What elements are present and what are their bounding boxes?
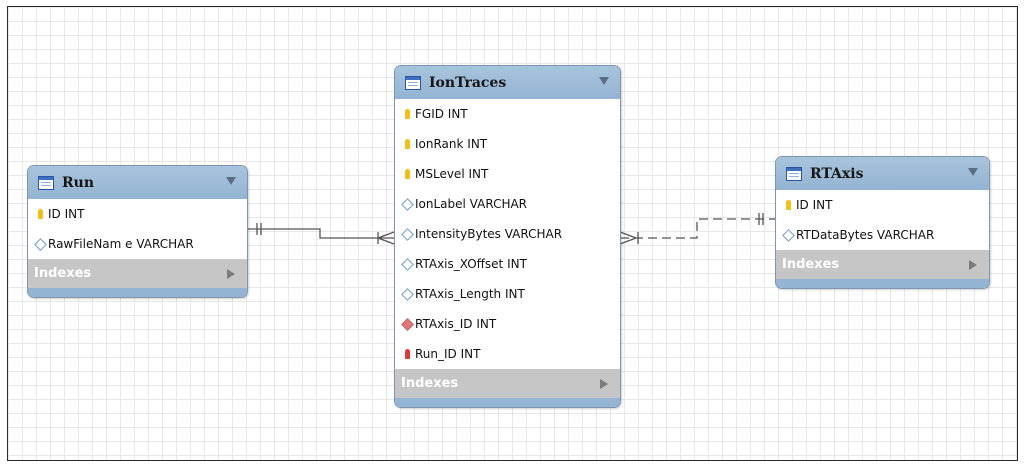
column-label: MSLevel INT — [415, 167, 489, 181]
table-footer — [395, 398, 620, 407]
column-diamond-icon — [400, 227, 414, 241]
column-row[interactable]: ID INT — [776, 190, 989, 220]
column-label: FGID INT — [415, 107, 468, 121]
column-label: ID INT — [48, 207, 85, 221]
column-diamond-icon — [400, 197, 414, 211]
column-label: RTAxis_XOffset INT — [415, 257, 527, 271]
column-label: IonLabel VARCHAR — [415, 197, 528, 211]
table-icon — [786, 166, 802, 181]
indexes-label: Indexes — [34, 266, 92, 281]
column-label: Run_ID INT — [415, 347, 481, 361]
column-label: ID INT — [796, 198, 833, 212]
column-row[interactable]: RTDataBytes VARCHAR — [776, 220, 989, 250]
column-row[interactable]: IntensityBytes VARCHAR — [395, 219, 620, 249]
primary-key-icon — [785, 200, 791, 210]
column-row[interactable]: RTAxis_Length INT — [395, 279, 620, 309]
column-diamond-icon — [781, 228, 795, 242]
foreign-primary-key-icon — [404, 349, 410, 359]
column-row[interactable]: RawFileNam e VARCHAR — [28, 229, 247, 259]
expand-arrow-icon[interactable] — [227, 269, 235, 279]
column-row[interactable]: IonRank INT — [395, 129, 620, 159]
table-rtaxis[interactable]: RTAxis ID INT RTDataBytes VARCHAR Indexe… — [775, 156, 990, 289]
indexes-section[interactable]: Indexes — [395, 369, 620, 398]
indexes-label: Indexes — [782, 257, 840, 272]
table-rtaxis-header[interactable]: RTAxis — [776, 157, 989, 190]
table-iontraces-title: IonTraces — [429, 74, 507, 91]
column-row[interactable]: IonLabel VARCHAR — [395, 189, 620, 219]
column-label: IonRank INT — [415, 137, 488, 151]
table-footer — [28, 288, 247, 297]
column-row[interactable]: MSLevel INT — [395, 159, 620, 189]
foreign-key-diamond-icon — [400, 317, 414, 331]
expand-arrow-icon[interactable] — [969, 260, 977, 270]
primary-key-icon — [404, 169, 410, 179]
table-run-header[interactable]: Run — [28, 166, 247, 199]
column-label: RTAxis_Length INT — [415, 287, 525, 301]
column-row[interactable]: Run_ID INT — [395, 339, 620, 369]
table-icon — [38, 175, 54, 190]
table-run[interactable]: Run ID INT RawFileNam e VARCHAR Indexes — [27, 165, 248, 298]
expand-arrow-icon[interactable] — [600, 379, 608, 389]
collapse-chevron-icon[interactable] — [599, 77, 609, 85]
primary-key-icon — [404, 109, 410, 119]
column-row[interactable]: ID INT — [28, 199, 247, 229]
column-diamond-icon — [33, 237, 47, 251]
indexes-label: Indexes — [401, 376, 459, 391]
column-row[interactable]: FGID INT — [395, 99, 620, 129]
column-diamond-icon — [400, 287, 414, 301]
column-row[interactable]: RTAxis_ID INT — [395, 309, 620, 339]
table-run-title: Run — [62, 174, 94, 191]
table-iontraces-header[interactable]: IonTraces — [395, 66, 620, 99]
collapse-chevron-icon[interactable] — [968, 168, 978, 176]
primary-key-icon — [37, 209, 43, 219]
indexes-section[interactable]: Indexes — [28, 259, 247, 288]
column-label: RawFileNam e VARCHAR — [48, 237, 194, 251]
column-label: RTDataBytes VARCHAR — [796, 228, 935, 242]
indexes-section[interactable]: Indexes — [776, 250, 989, 279]
table-iontraces[interactable]: IonTraces FGID INT IonRank INT MSLevel I… — [394, 65, 621, 408]
column-label: RTAxis_ID INT — [415, 317, 497, 331]
table-icon — [405, 75, 421, 90]
column-label: IntensityBytes VARCHAR — [415, 227, 563, 241]
primary-key-icon — [404, 139, 410, 149]
column-row[interactable]: RTAxis_XOffset INT — [395, 249, 620, 279]
column-diamond-icon — [400, 257, 414, 271]
table-footer — [776, 279, 989, 288]
table-rtaxis-title: RTAxis — [810, 165, 864, 182]
collapse-chevron-icon[interactable] — [226, 177, 236, 185]
